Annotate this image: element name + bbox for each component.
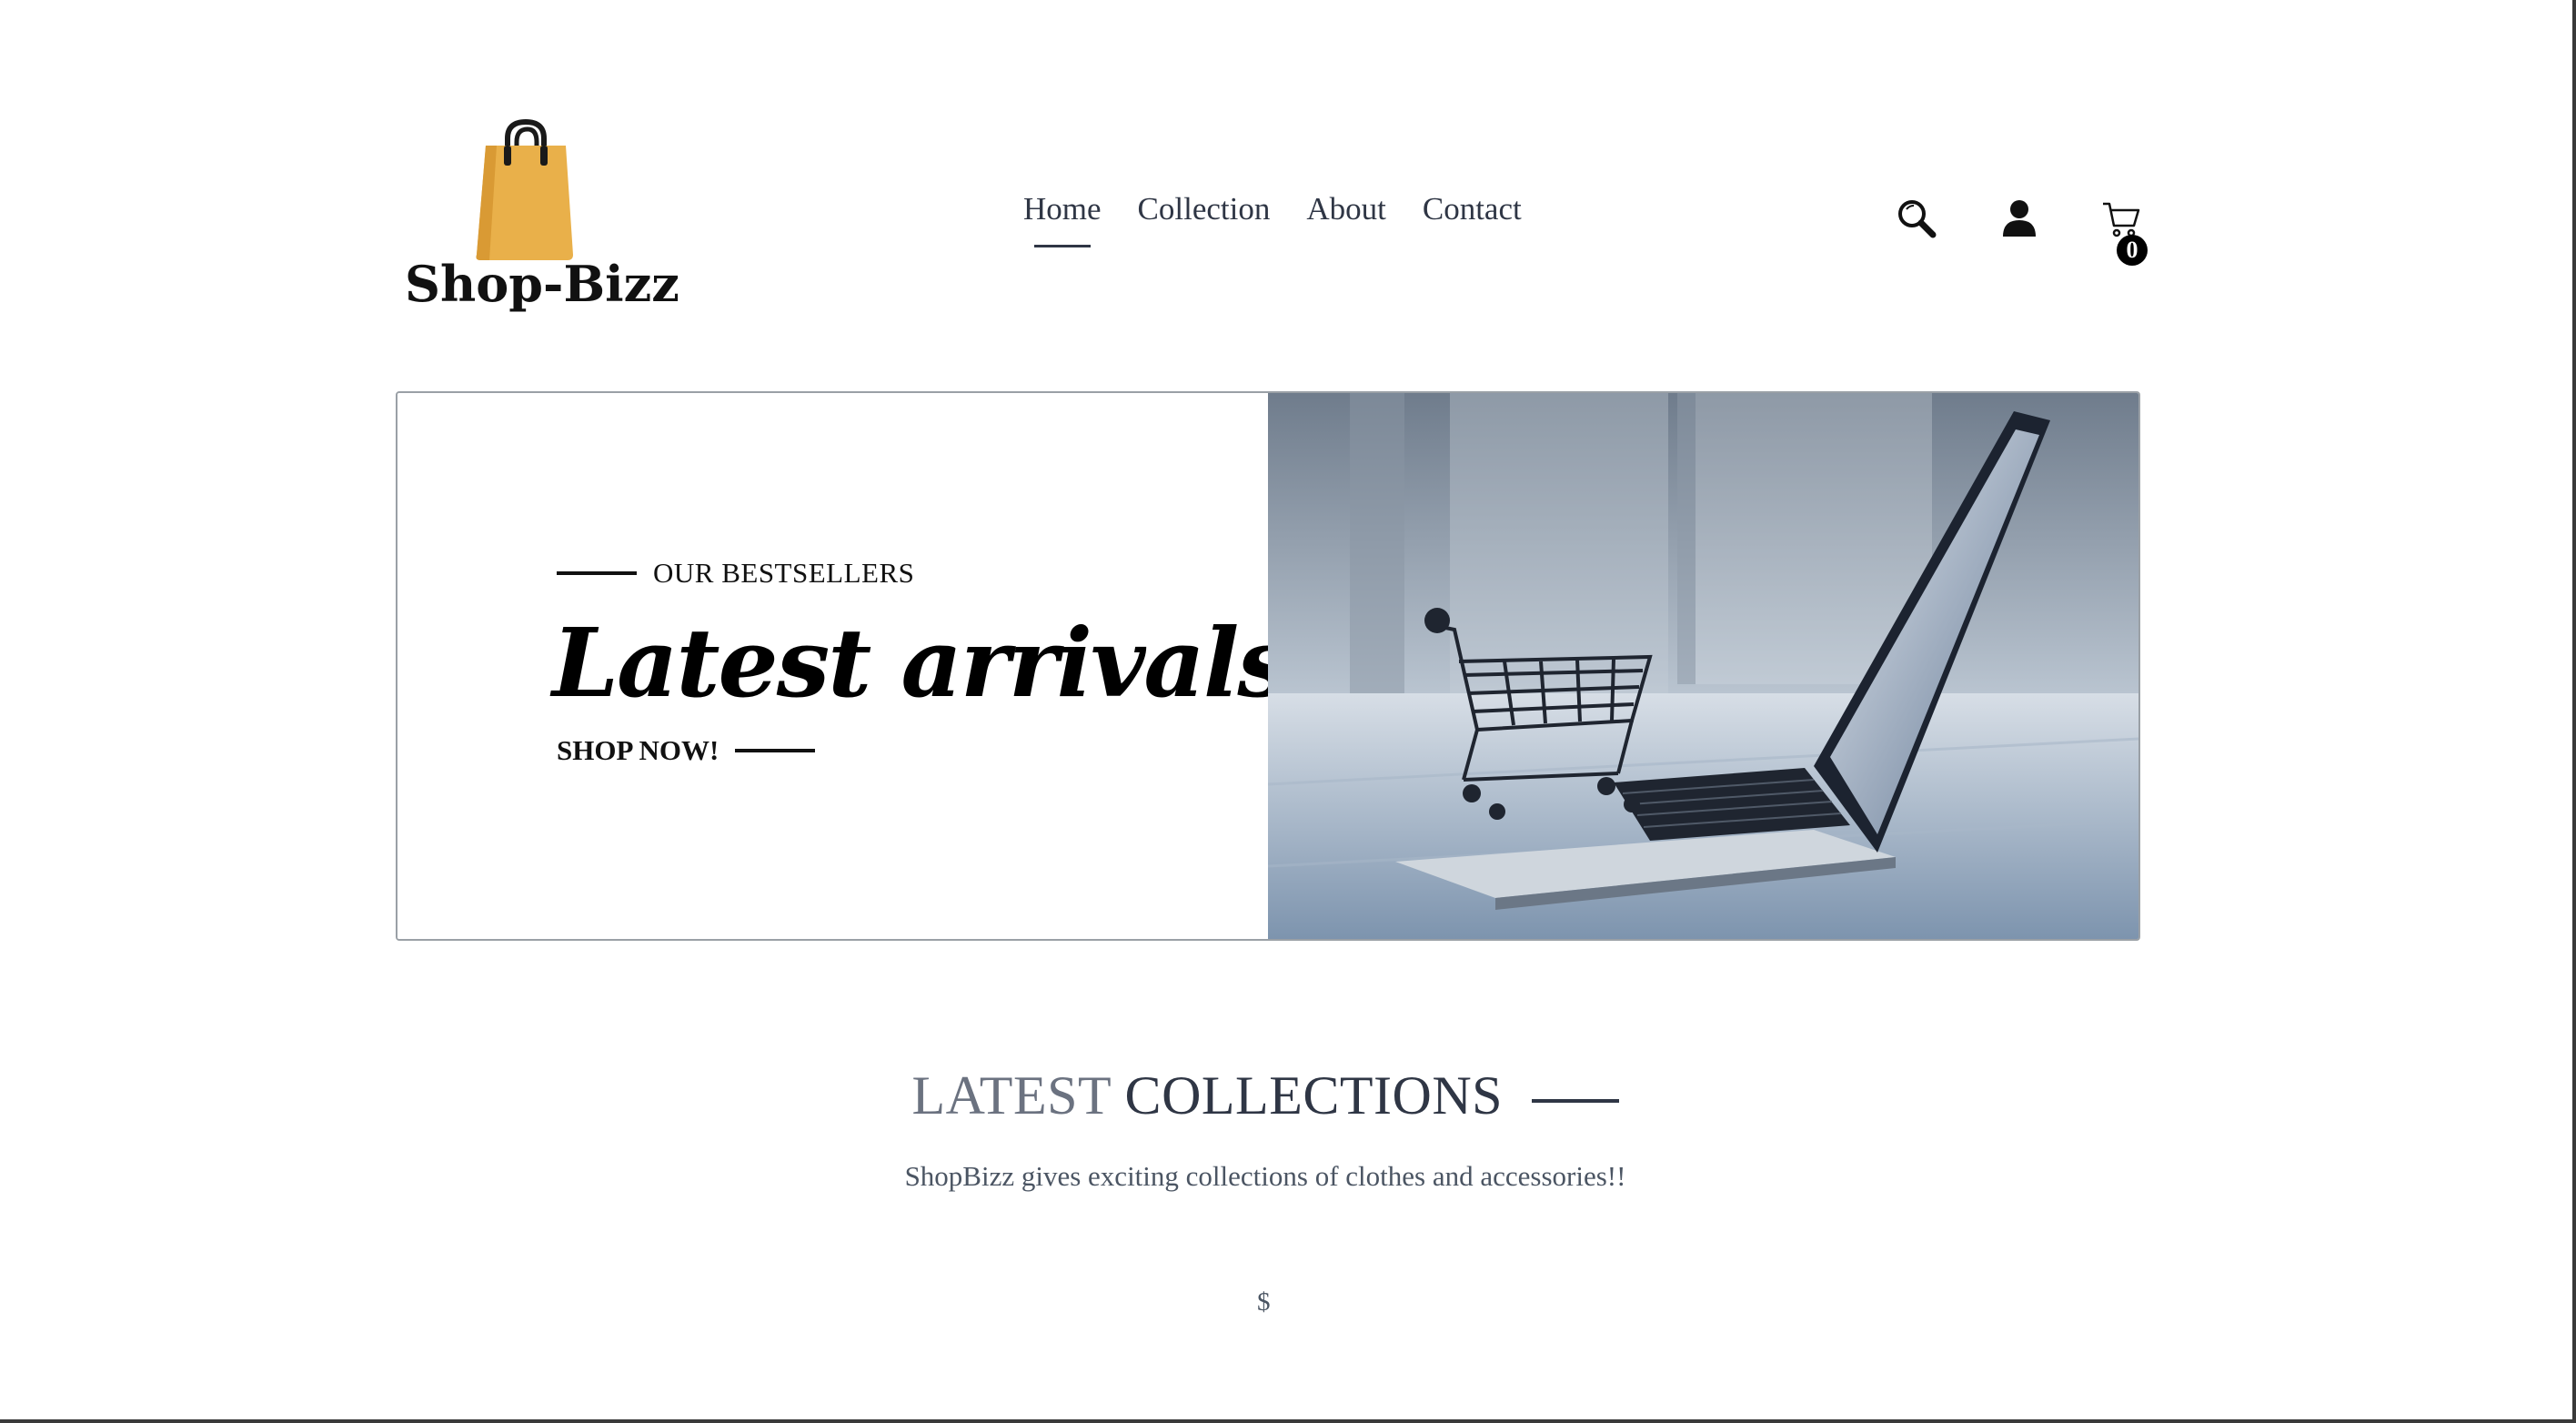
hero-banner: OUR BESTSELLERS Latest arrivals SHOP NOW… — [396, 391, 2140, 941]
laptop-cart-photo — [1268, 393, 2138, 939]
brand-logo[interactable]: Shop-Bizz — [400, 118, 679, 328]
nav-contact[interactable]: Contact — [1423, 191, 1522, 227]
shop-now-line — [735, 749, 816, 752]
hero-image — [1268, 393, 2138, 939]
collections-title-dark: COLLECTIONS — [1124, 1065, 1504, 1125]
hero-title: Latest arrivals — [552, 607, 1291, 719]
hero-subtitle: OUR BESTSELLERS — [653, 557, 915, 589]
collections-title-line — [1531, 1099, 1619, 1104]
shop-now-button[interactable]: SHOP NOW! — [557, 734, 816, 767]
nav-collection[interactable]: Collection — [1138, 191, 1271, 227]
window-edge — [2572, 0, 2576, 1423]
shop-now-label[interactable]: SHOP NOW! — [557, 734, 719, 767]
brand-name: Shop-Bizz — [405, 255, 679, 313]
main-nav: Home Collection About Contact — [1023, 191, 1522, 247]
search-icon[interactable] — [1897, 198, 1937, 238]
nav-home[interactable]: Home — [1023, 191, 1102, 247]
collections-title-light: LATEST — [911, 1065, 1112, 1125]
page: Shop-Bizz Home Collection About Contact … — [0, 0, 2576, 1423]
latest-collections-heading: LATEST COLLECTIONS — [0, 1065, 2531, 1127]
product-price: $ — [1257, 1287, 1271, 1317]
shopping-bag-icon — [476, 118, 573, 260]
hero-subtitle-line — [557, 571, 637, 575]
window-bottom-edge — [0, 1419, 2576, 1423]
collections-description: ShopBizz gives exciting collections of c… — [904, 1160, 1626, 1192]
nav-about[interactable]: About — [1306, 191, 1386, 227]
user-icon[interactable] — [2001, 198, 2038, 238]
hero-text-panel: OUR BESTSELLERS Latest arrivals SHOP NOW… — [397, 393, 1291, 939]
cart-count-badge: 0 — [2117, 235, 2148, 266]
hero-subtitle-row: OUR BESTSELLERS — [557, 557, 914, 590]
